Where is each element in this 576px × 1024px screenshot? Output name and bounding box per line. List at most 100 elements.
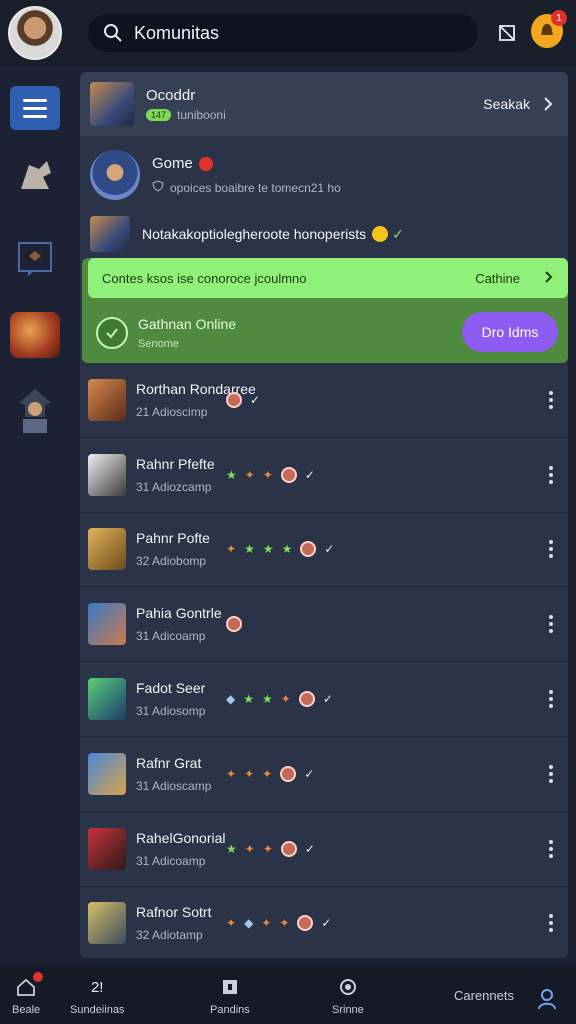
- edit-icon[interactable]: [494, 20, 520, 46]
- online-title: Gathnan Online: [138, 316, 237, 332]
- list-item[interactable]: Rafnor Sotrt 32 Adiotamp ✦ ◆ ✦ ✦ ✓: [80, 887, 568, 958]
- more-options-icon[interactable]: [548, 615, 554, 634]
- user-avatar[interactable]: [8, 6, 62, 60]
- community-subtitle: tunibooni: [177, 107, 226, 122]
- member-name: Pahnr Pofte: [136, 530, 210, 547]
- rank-icon: ★: [281, 542, 293, 557]
- rank-icon: ✦: [226, 542, 237, 557]
- nav-srinne[interactable]: Srinne: [332, 976, 364, 1016]
- search-input[interactable]: Komunitas: [134, 23, 219, 44]
- join-button[interactable]: Dro Idms: [462, 312, 558, 352]
- settings-icon: [337, 976, 359, 998]
- member-list: Rorthan Rondarree 21 Adioscimp ✓ Rahnr P…: [80, 363, 568, 958]
- member-name: Rafnr Grat: [136, 754, 202, 771]
- status-circle-icon: [226, 391, 242, 408]
- more-options-icon[interactable]: [548, 690, 554, 709]
- rank-icon: ✓: [304, 841, 315, 856]
- rank-icon: ✓: [304, 766, 315, 781]
- status-circle-icon: [280, 765, 297, 782]
- member-thumbnail: [88, 902, 126, 945]
- alert-dot-icon: [198, 156, 213, 171]
- member-icons: ★ ✦ ✦ ✓: [226, 466, 315, 483]
- member-badge: 147: [146, 108, 172, 121]
- online-subtitle: Senome: [138, 338, 179, 350]
- list-item[interactable]: Rahnr Pfefte 31 Adiozcamp ★ ✦ ✦ ✓: [80, 438, 568, 513]
- more-options-icon[interactable]: [548, 914, 554, 933]
- rail-chat-icon[interactable]: [10, 234, 60, 284]
- rank-icon: ★: [262, 692, 273, 707]
- status-circle-icon: [280, 466, 297, 483]
- member-icons: ✦ ★ ★ ★ ✓: [226, 541, 335, 558]
- menu-button[interactable]: [10, 86, 60, 130]
- member-name: Rafnor Sotrt: [136, 904, 212, 921]
- more-options-icon[interactable]: [548, 465, 554, 484]
- rank-icon: ★: [226, 467, 237, 482]
- community-title: Ocoddr: [146, 86, 196, 104]
- list-item[interactable]: Fadot Seer 31 Adiosomp ◆ ★ ★ ✦ ✓: [80, 662, 568, 737]
- more-options-icon[interactable]: [548, 540, 554, 559]
- rank-icon: ✦: [244, 841, 255, 856]
- member-icons: ✓: [226, 391, 261, 408]
- note-row[interactable]: Notakakoptiolegheroote honoperists ✓: [80, 216, 568, 252]
- rail-character-icon[interactable]: [10, 152, 60, 202]
- nav-profile[interactable]: [536, 988, 558, 1016]
- search-bar[interactable]: Komunitas: [88, 14, 478, 52]
- member-thumbnail: [88, 528, 126, 571]
- rail-hero-icon[interactable]: [10, 384, 60, 434]
- community-thumbnail: [90, 82, 134, 126]
- member-icons: ★ ✦ ✦ ✓: [226, 840, 315, 857]
- nav-home[interactable]: Beale: [12, 972, 44, 1016]
- list-item[interactable]: RahelGonorial 31 Adicoamp ★ ✦ ✦ ✓: [80, 812, 568, 887]
- nav-sundeiinas[interactable]: 2! Sundeiinas: [70, 976, 124, 1017]
- member-meta: 31 Adicoamp: [136, 629, 206, 644]
- notification-badge: 1: [551, 10, 567, 26]
- rank-icon: ★: [244, 542, 255, 557]
- left-rail: [0, 66, 72, 966]
- rail-game-icon[interactable]: [10, 310, 60, 360]
- rank-icon: ✓: [324, 542, 335, 557]
- more-options-icon[interactable]: [548, 839, 554, 858]
- game-avatar: [90, 150, 140, 200]
- more-options-icon[interactable]: [548, 764, 554, 783]
- member-thumbnail: [88, 827, 126, 870]
- rank-icon: ✓: [304, 467, 315, 482]
- member-thumbnail: [88, 378, 126, 421]
- rank-icon: ✦: [226, 916, 237, 931]
- status-circle-icon: [298, 691, 315, 708]
- member-icons: ◆ ★ ★ ✦ ✓: [226, 691, 333, 708]
- banner-action[interactable]: Cathine: [475, 271, 520, 286]
- game-row[interactable]: Gome opoices boaibre te tomecn21 ho: [80, 136, 568, 214]
- status-circle-icon: [226, 616, 242, 633]
- rank-icon: ✦: [244, 467, 255, 482]
- nav-carennets[interactable]: Carennets: [454, 988, 514, 1003]
- shield-icon: [152, 180, 164, 195]
- member-meta: 31 Adiosomp: [136, 704, 206, 719]
- panel-header[interactable]: Ocoddr 147 tunibooni Seakak: [80, 72, 568, 136]
- list-item[interactable]: Rafnr Grat 31 Adioscamp ✦ ✦ ✦ ✓: [80, 737, 568, 812]
- rank-icon: ★: [226, 841, 237, 856]
- list-item[interactable]: Pahnr Pofte 32 Adiobomp ✦ ★ ★ ★ ✓: [80, 513, 568, 588]
- header-action-link[interactable]: Seakak: [483, 96, 530, 112]
- rank-icon: ✓: [322, 692, 333, 707]
- member-thumbnail: [88, 752, 126, 795]
- nav-pandins[interactable]: Pandins: [210, 976, 250, 1016]
- more-options-icon[interactable]: [548, 390, 554, 409]
- list-item[interactable]: Rorthan Rondarree 21 Adioscimp ✓: [80, 363, 568, 438]
- member-meta: 32 Adiotamp: [136, 928, 203, 943]
- rank-icon: ★: [262, 542, 274, 557]
- notification-bell-icon[interactable]: 1: [531, 10, 567, 48]
- member-meta: 31 Adicoamp: [136, 853, 206, 868]
- member-meta: 32 Adiobomp: [136, 554, 207, 569]
- community-panel: Ocoddr 147 tunibooni Seakak Gome opoices…: [80, 72, 568, 958]
- nav-home-label: Beale: [12, 1004, 41, 1016]
- bottom-nav: Beale 2! Sundeiinas Pandins Srinne Caren…: [0, 966, 576, 1024]
- rank-icon: ✦: [226, 766, 237, 781]
- member-name: Rorthan Rondarree: [136, 380, 256, 397]
- list-item[interactable]: Pahia Gontrle 31 Adicoamp: [80, 587, 568, 663]
- green-banner[interactable]: Contes ksos ise conoroce jcoulmno Cathin…: [88, 258, 568, 298]
- note-text: Notakakoptiolegheroote honoperists: [142, 226, 367, 242]
- check-icon: ✓: [392, 225, 404, 242]
- member-name: Rahnr Pfefte: [136, 455, 215, 472]
- chevron-right-icon[interactable]: [538, 94, 558, 114]
- rank-icon: ✓: [250, 392, 261, 407]
